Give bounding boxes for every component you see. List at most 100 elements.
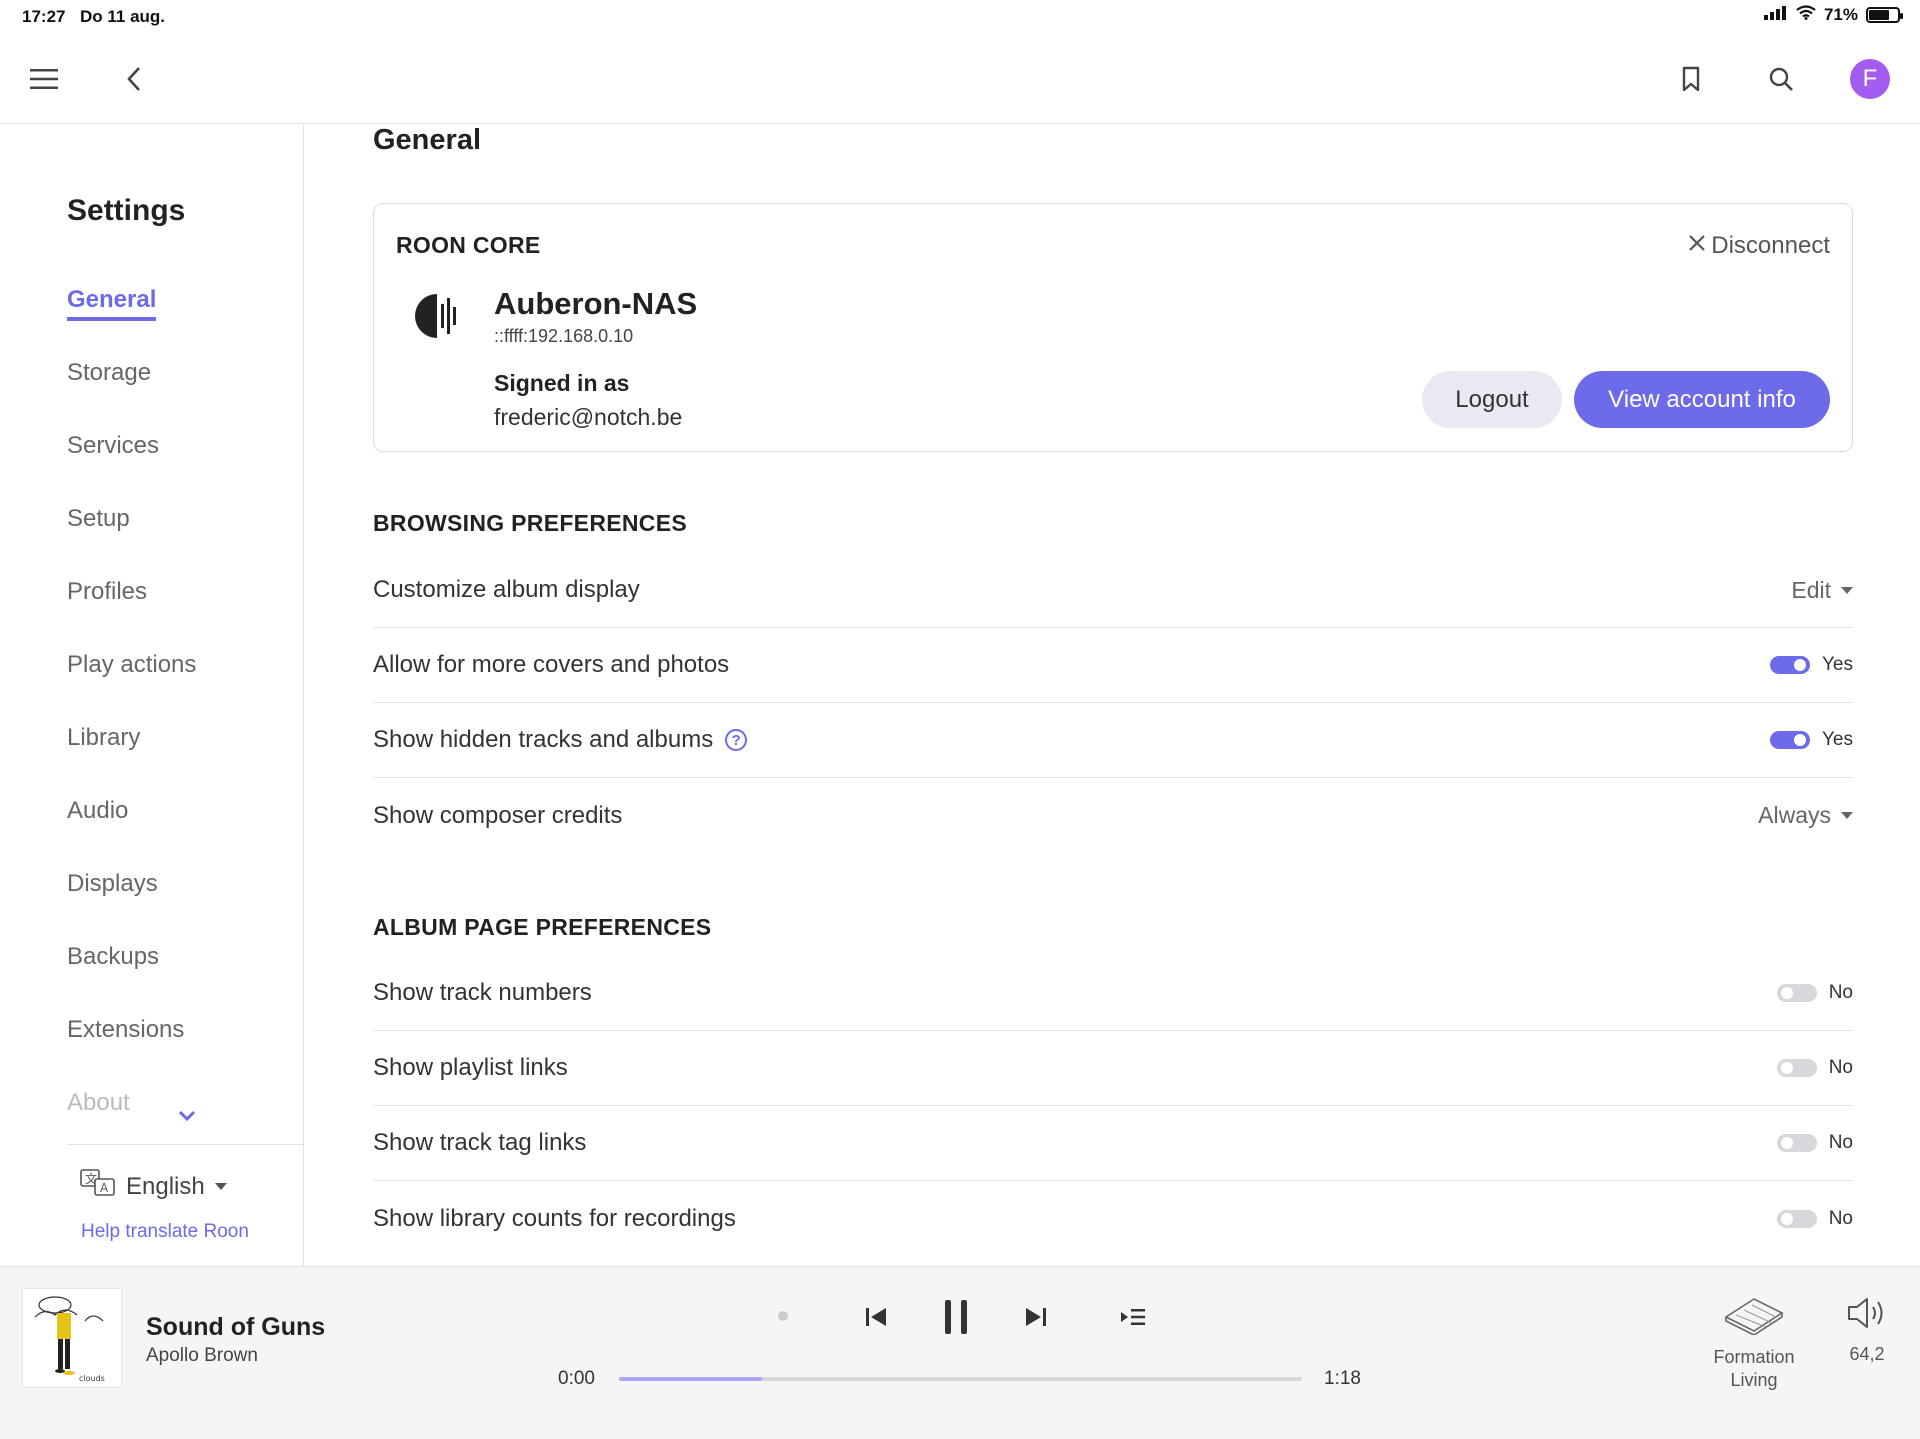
avatar[interactable]: F bbox=[1850, 59, 1890, 99]
pause-icon[interactable] bbox=[940, 1297, 972, 1337]
setting-row-hidden-tracks: Show hidden tracks and albums ? Yes bbox=[373, 703, 1853, 778]
hidden-tracks-toggle[interactable]: Yes bbox=[1770, 729, 1853, 751]
disconnect-label: Disconnect bbox=[1711, 232, 1830, 259]
shuffle-indicator-icon[interactable] bbox=[778, 1311, 788, 1321]
sidebar-item-label: Profiles bbox=[67, 578, 148, 605]
sidebar-item-displays[interactable]: Displays bbox=[67, 868, 196, 941]
sidebar-item-label: Library bbox=[67, 724, 141, 751]
track-artist[interactable]: Apollo Brown bbox=[146, 1345, 258, 1367]
album-cover[interactable]: clouds bbox=[22, 1288, 122, 1388]
setting-label: Show track numbers bbox=[373, 979, 592, 1006]
sidebar-item-extensions[interactable]: Extensions bbox=[67, 1014, 196, 1087]
sidebar-item-audio[interactable]: Audio bbox=[67, 795, 196, 868]
sidebar-item-label: Displays bbox=[67, 870, 158, 897]
toggle-switch bbox=[1770, 731, 1810, 749]
dropdown-value: Always bbox=[1758, 802, 1831, 828]
language-selector[interactable]: 文A English bbox=[80, 1169, 227, 1204]
sidebar-item-setup[interactable]: Setup bbox=[67, 503, 196, 576]
sidebar-item-label: Audio bbox=[67, 797, 129, 824]
menu-icon[interactable] bbox=[22, 57, 66, 101]
track-tag-links-toggle[interactable]: No bbox=[1776, 1132, 1853, 1154]
wifi-icon bbox=[1796, 5, 1816, 25]
disconnect-button[interactable]: Disconnect bbox=[1687, 232, 1830, 260]
elapsed-time: 0:00 bbox=[558, 1368, 595, 1389]
translate-icon: 文A bbox=[80, 1169, 116, 1204]
more-covers-toggle[interactable]: Yes bbox=[1770, 654, 1853, 676]
seek-bar[interactable] bbox=[619, 1377, 1302, 1381]
toggle-value: No bbox=[1828, 1207, 1853, 1229]
svg-text:A: A bbox=[100, 1181, 109, 1195]
chevron-down-icon[interactable] bbox=[177, 1109, 197, 1128]
logout-button[interactable]: Logout bbox=[1422, 371, 1562, 428]
sidebar-item-backups[interactable]: Backups bbox=[67, 941, 196, 1014]
setting-row-customize-album-display: Customize album display Edit bbox=[373, 553, 1853, 628]
top-navigation-bar: F bbox=[0, 34, 1920, 124]
settings-sidebar: Settings General Storage Services Setup … bbox=[0, 124, 304, 1266]
search-icon[interactable] bbox=[1759, 57, 1803, 101]
setting-label: Show track tag links bbox=[373, 1129, 587, 1156]
volume-control[interactable]: 64,2 bbox=[1840, 1295, 1894, 1365]
help-translate-link[interactable]: Help translate Roon bbox=[81, 1221, 249, 1243]
battery-icon bbox=[1866, 7, 1903, 23]
seek-bar-fill bbox=[619, 1377, 763, 1381]
sidebar-title: Settings bbox=[67, 194, 186, 227]
now-playing-bar: clouds Sound of Guns Apollo Brown 0:00 1… bbox=[0, 1266, 1920, 1439]
track-numbers-toggle[interactable]: No bbox=[1776, 982, 1853, 1004]
setting-label: Show library counts for recordings bbox=[373, 1204, 736, 1232]
speaker-zone-icon bbox=[1722, 1298, 1786, 1339]
sidebar-item-label: Setup bbox=[67, 505, 130, 532]
toggle-switch bbox=[1776, 1134, 1817, 1152]
roon-logo-icon bbox=[411, 292, 459, 345]
setting-label: Show hidden tracks and albums ? bbox=[373, 726, 748, 754]
sidebar-item-library[interactable]: Library bbox=[67, 722, 196, 795]
setting-label: Customize album display bbox=[373, 576, 640, 603]
zone-selector[interactable]: Formation Living bbox=[1700, 1295, 1808, 1392]
zone-name-line2: Living bbox=[1730, 1370, 1778, 1390]
sidebar-item-play-actions[interactable]: Play actions bbox=[67, 649, 196, 722]
signal-icon bbox=[1763, 5, 1788, 25]
sidebar-item-services[interactable]: Services bbox=[67, 430, 196, 503]
sidebar-item-general[interactable]: General bbox=[67, 284, 196, 357]
setting-row-library-counts: Show library counts for recordings No bbox=[373, 1181, 1853, 1256]
toggle-value: Yes bbox=[1822, 654, 1853, 675]
sidebar-item-label: About bbox=[67, 1089, 130, 1116]
page-title: General bbox=[373, 124, 481, 156]
previous-track-icon[interactable] bbox=[860, 1301, 892, 1333]
cover-text: clouds bbox=[79, 1374, 105, 1383]
caret-down-icon bbox=[1841, 812, 1853, 819]
sidebar-item-label: Backups bbox=[67, 943, 160, 970]
status-indicators: 71% bbox=[1763, 5, 1903, 25]
toggle-value: No bbox=[1828, 1057, 1853, 1078]
toggle-switch bbox=[1770, 656, 1810, 674]
setting-row-track-numbers: Show track numbers No bbox=[373, 956, 1853, 1031]
help-icon[interactable]: ? bbox=[725, 729, 748, 751]
toggle-switch bbox=[1776, 1209, 1817, 1228]
library-counts-toggle[interactable]: No bbox=[1776, 1207, 1853, 1230]
signed-in-label: Signed in as bbox=[494, 370, 630, 396]
track-title[interactable]: Sound of Guns bbox=[146, 1313, 325, 1342]
caret-down-icon bbox=[1841, 586, 1853, 594]
setting-label: Show composer credits bbox=[373, 801, 623, 829]
composer-credits-dropdown[interactable]: Always bbox=[1758, 802, 1853, 829]
track-duration: 1:18 bbox=[1324, 1368, 1361, 1389]
sidebar-divider bbox=[67, 1144, 304, 1145]
queue-icon[interactable] bbox=[1116, 1301, 1150, 1333]
sidebar-item-profiles[interactable]: Profiles bbox=[67, 576, 196, 649]
next-track-icon[interactable] bbox=[1020, 1301, 1052, 1333]
setting-row-composer-credits: Show composer credits Always bbox=[373, 778, 1853, 853]
toggle-value: No bbox=[1828, 1132, 1853, 1153]
back-arrow-icon[interactable] bbox=[112, 57, 156, 101]
playlist-links-toggle[interactable]: No bbox=[1776, 1057, 1853, 1079]
zone-name-line1: Formation bbox=[1713, 1347, 1795, 1367]
bookmark-icon[interactable] bbox=[1669, 57, 1713, 101]
status-bar: 17:27 Do 11 aug. 71% bbox=[0, 0, 1920, 34]
battery-percent: 71% bbox=[1823, 5, 1858, 24]
album-display-dropdown[interactable]: Edit bbox=[1791, 577, 1853, 604]
volume-icon bbox=[1845, 1298, 1889, 1335]
view-account-info-button[interactable]: View account info bbox=[1574, 371, 1830, 428]
caret-down-icon bbox=[214, 1183, 227, 1190]
setting-label: Show playlist links bbox=[373, 1054, 568, 1081]
sidebar-item-storage[interactable]: Storage bbox=[67, 357, 196, 430]
status-time: 17:27 bbox=[22, 7, 66, 26]
volume-value: 64,2 bbox=[1849, 1344, 1885, 1364]
